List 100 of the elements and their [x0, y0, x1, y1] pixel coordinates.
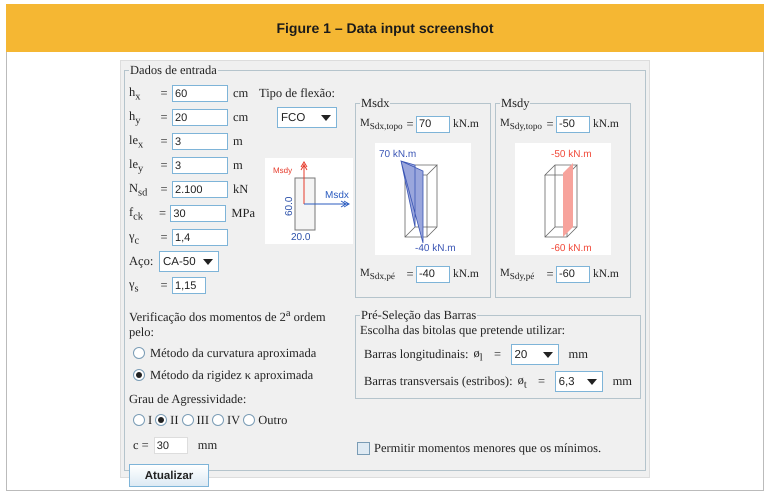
- input-field[interactable]: 2.100: [172, 181, 228, 198]
- symbol-label: h$_{x}$: [129, 84, 142, 102]
- equals-sign: =: [159, 278, 169, 293]
- aggressiveness-label: Grau de Agressividade:: [129, 392, 248, 408]
- steel-label: Aço:: [129, 254, 154, 269]
- radio-button[interactable]: [155, 414, 168, 426]
- input-field[interactable]: -50: [556, 116, 590, 132]
- group-title: Dados de entrada: [129, 63, 218, 78]
- unit-label: m: [233, 158, 243, 173]
- equals-sign: =: [546, 266, 554, 282]
- caret-icon: [586, 378, 597, 384]
- input-field[interactable]: 30: [154, 437, 188, 454]
- unit-label: kN.m: [593, 118, 619, 130]
- unit-label: kN: [233, 182, 248, 197]
- equals-sign: =: [406, 266, 414, 282]
- steel-dropdown[interactable]: CA-50: [159, 251, 219, 272]
- moment-value-label: 70 kN.m: [379, 149, 416, 160]
- caret-icon: [321, 114, 331, 120]
- bending-type-label: Tipo de flexão:: [259, 86, 336, 101]
- input-field[interactable]: 20: [172, 109, 228, 126]
- equals-sign: =: [537, 374, 546, 389]
- symbol-label: h$_{y}$: [129, 108, 142, 126]
- group-title: Msdx: [360, 96, 390, 111]
- equals-sign: =: [159, 86, 169, 101]
- radio-option[interactable]: II: [155, 411, 178, 430]
- equals-sign: =: [406, 116, 414, 132]
- group-title: Pré-Seleção das Barras: [360, 308, 478, 323]
- input-field[interactable]: 70: [416, 116, 450, 132]
- symbol-label: le$_{x}$: [129, 132, 144, 150]
- symbol-label: ø$_{t}$: [518, 372, 528, 390]
- symbol-label: ø$_{l}$: [474, 346, 484, 364]
- bar-label: Barras longitudinais:: [364, 347, 468, 362]
- axis-label: Msdx: [325, 190, 349, 201]
- input-field[interactable]: 60: [172, 85, 228, 102]
- unit-label: kN.m: [593, 268, 619, 280]
- equals-sign: =: [546, 116, 554, 132]
- instruction-text: Escolha das bitolas que pretende utilizar:: [360, 323, 566, 338]
- bar-label: Barras transversais (estribos):: [364, 374, 513, 389]
- symbol-label: γ$_{c}$: [129, 228, 140, 246]
- cover-label: c =: [133, 438, 149, 454]
- symbol-label: f$_{ck}$: [129, 204, 144, 222]
- radio-option[interactable]: Método da rigidez κ aproximada: [133, 366, 351, 384]
- symbol-label: M$_{Sdx,topo}$: [360, 116, 404, 132]
- diameter-dropdown[interactable]: 6,3: [554, 371, 603, 392]
- radio-button[interactable]: [182, 414, 194, 426]
- unit-label: mm: [612, 374, 632, 389]
- radio-button[interactable]: [133, 414, 145, 426]
- axis-label: Msdy: [273, 166, 292, 175]
- method-label: Verificação dos momentos de 2$^{a}$ ordem pelo:: [129, 308, 327, 340]
- caret-icon: [542, 352, 552, 358]
- unit-label: kN.m: [453, 118, 479, 130]
- section-drawing: [294, 161, 350, 230]
- moment-value-label: -50 kN.m: [551, 149, 592, 160]
- radio-button[interactable]: [133, 369, 145, 382]
- unit-label: MPa: [231, 206, 255, 221]
- unit-label: cm: [233, 110, 248, 125]
- group-title: Msdy: [500, 96, 530, 111]
- radio-option[interactable]: I: [133, 411, 152, 430]
- diameter-dropdown[interactable]: 20: [510, 344, 558, 365]
- input-field[interactable]: 1,4: [172, 229, 228, 246]
- input-field[interactable]: 1,15: [172, 277, 206, 294]
- dimension-label: 20.0: [291, 232, 310, 243]
- update-button[interactable]: Atualizar: [129, 464, 209, 488]
- symbol-label: le$_{y}$: [129, 156, 144, 174]
- unit-label: mm: [198, 438, 218, 454]
- equals-sign: =: [159, 158, 169, 173]
- unit-label: mm: [568, 347, 588, 362]
- radio-option[interactable]: Outro: [243, 411, 288, 430]
- radio-option[interactable]: Método da curvatura aproximada: [133, 344, 351, 362]
- equals-sign: =: [159, 110, 169, 125]
- input-field[interactable]: -60: [556, 266, 590, 282]
- symbol-label: N$_{sd}$: [129, 180, 148, 198]
- input-field[interactable]: 3: [172, 133, 228, 150]
- radio-option[interactable]: III: [182, 411, 209, 430]
- input-field[interactable]: -40: [416, 266, 450, 282]
- symbol-label: M$_{Sdy,topo}$: [500, 116, 544, 132]
- moment-value-label: -40 kN.m: [415, 243, 456, 254]
- equals-sign: =: [492, 347, 502, 362]
- radio-button[interactable]: [212, 414, 224, 426]
- symbol-label: γ$_{s}$: [129, 276, 140, 294]
- bending-type-dropdown[interactable]: FCO: [277, 107, 337, 128]
- radio-button[interactable]: [133, 347, 145, 360]
- checkbox[interactable]: [357, 442, 370, 455]
- equals-sign: =: [159, 134, 169, 149]
- dimension-label: 60.0: [284, 196, 295, 216]
- equals-sign: =: [159, 230, 169, 245]
- unit-label: m: [233, 134, 243, 149]
- input-field[interactable]: 3: [172, 157, 228, 174]
- symbol-label: M$_{Sdy,pé}$: [500, 266, 536, 282]
- unit-label: kN.m: [453, 268, 479, 280]
- unit-label: cm: [233, 86, 248, 101]
- radio-button[interactable]: [243, 414, 256, 426]
- figure-caption: Figure 1 – Data input screenshot: [276, 20, 494, 36]
- radio-option[interactable]: IV: [212, 411, 240, 430]
- checkbox-option[interactable]: Permitir momentos menores que os mínimos.: [357, 441, 641, 456]
- input-field[interactable]: 30: [170, 205, 226, 222]
- equals-sign: =: [158, 206, 168, 221]
- caret-icon: [203, 258, 213, 264]
- symbol-label: M$_{Sdx,pé}$: [360, 266, 396, 282]
- equals-sign: =: [159, 182, 169, 197]
